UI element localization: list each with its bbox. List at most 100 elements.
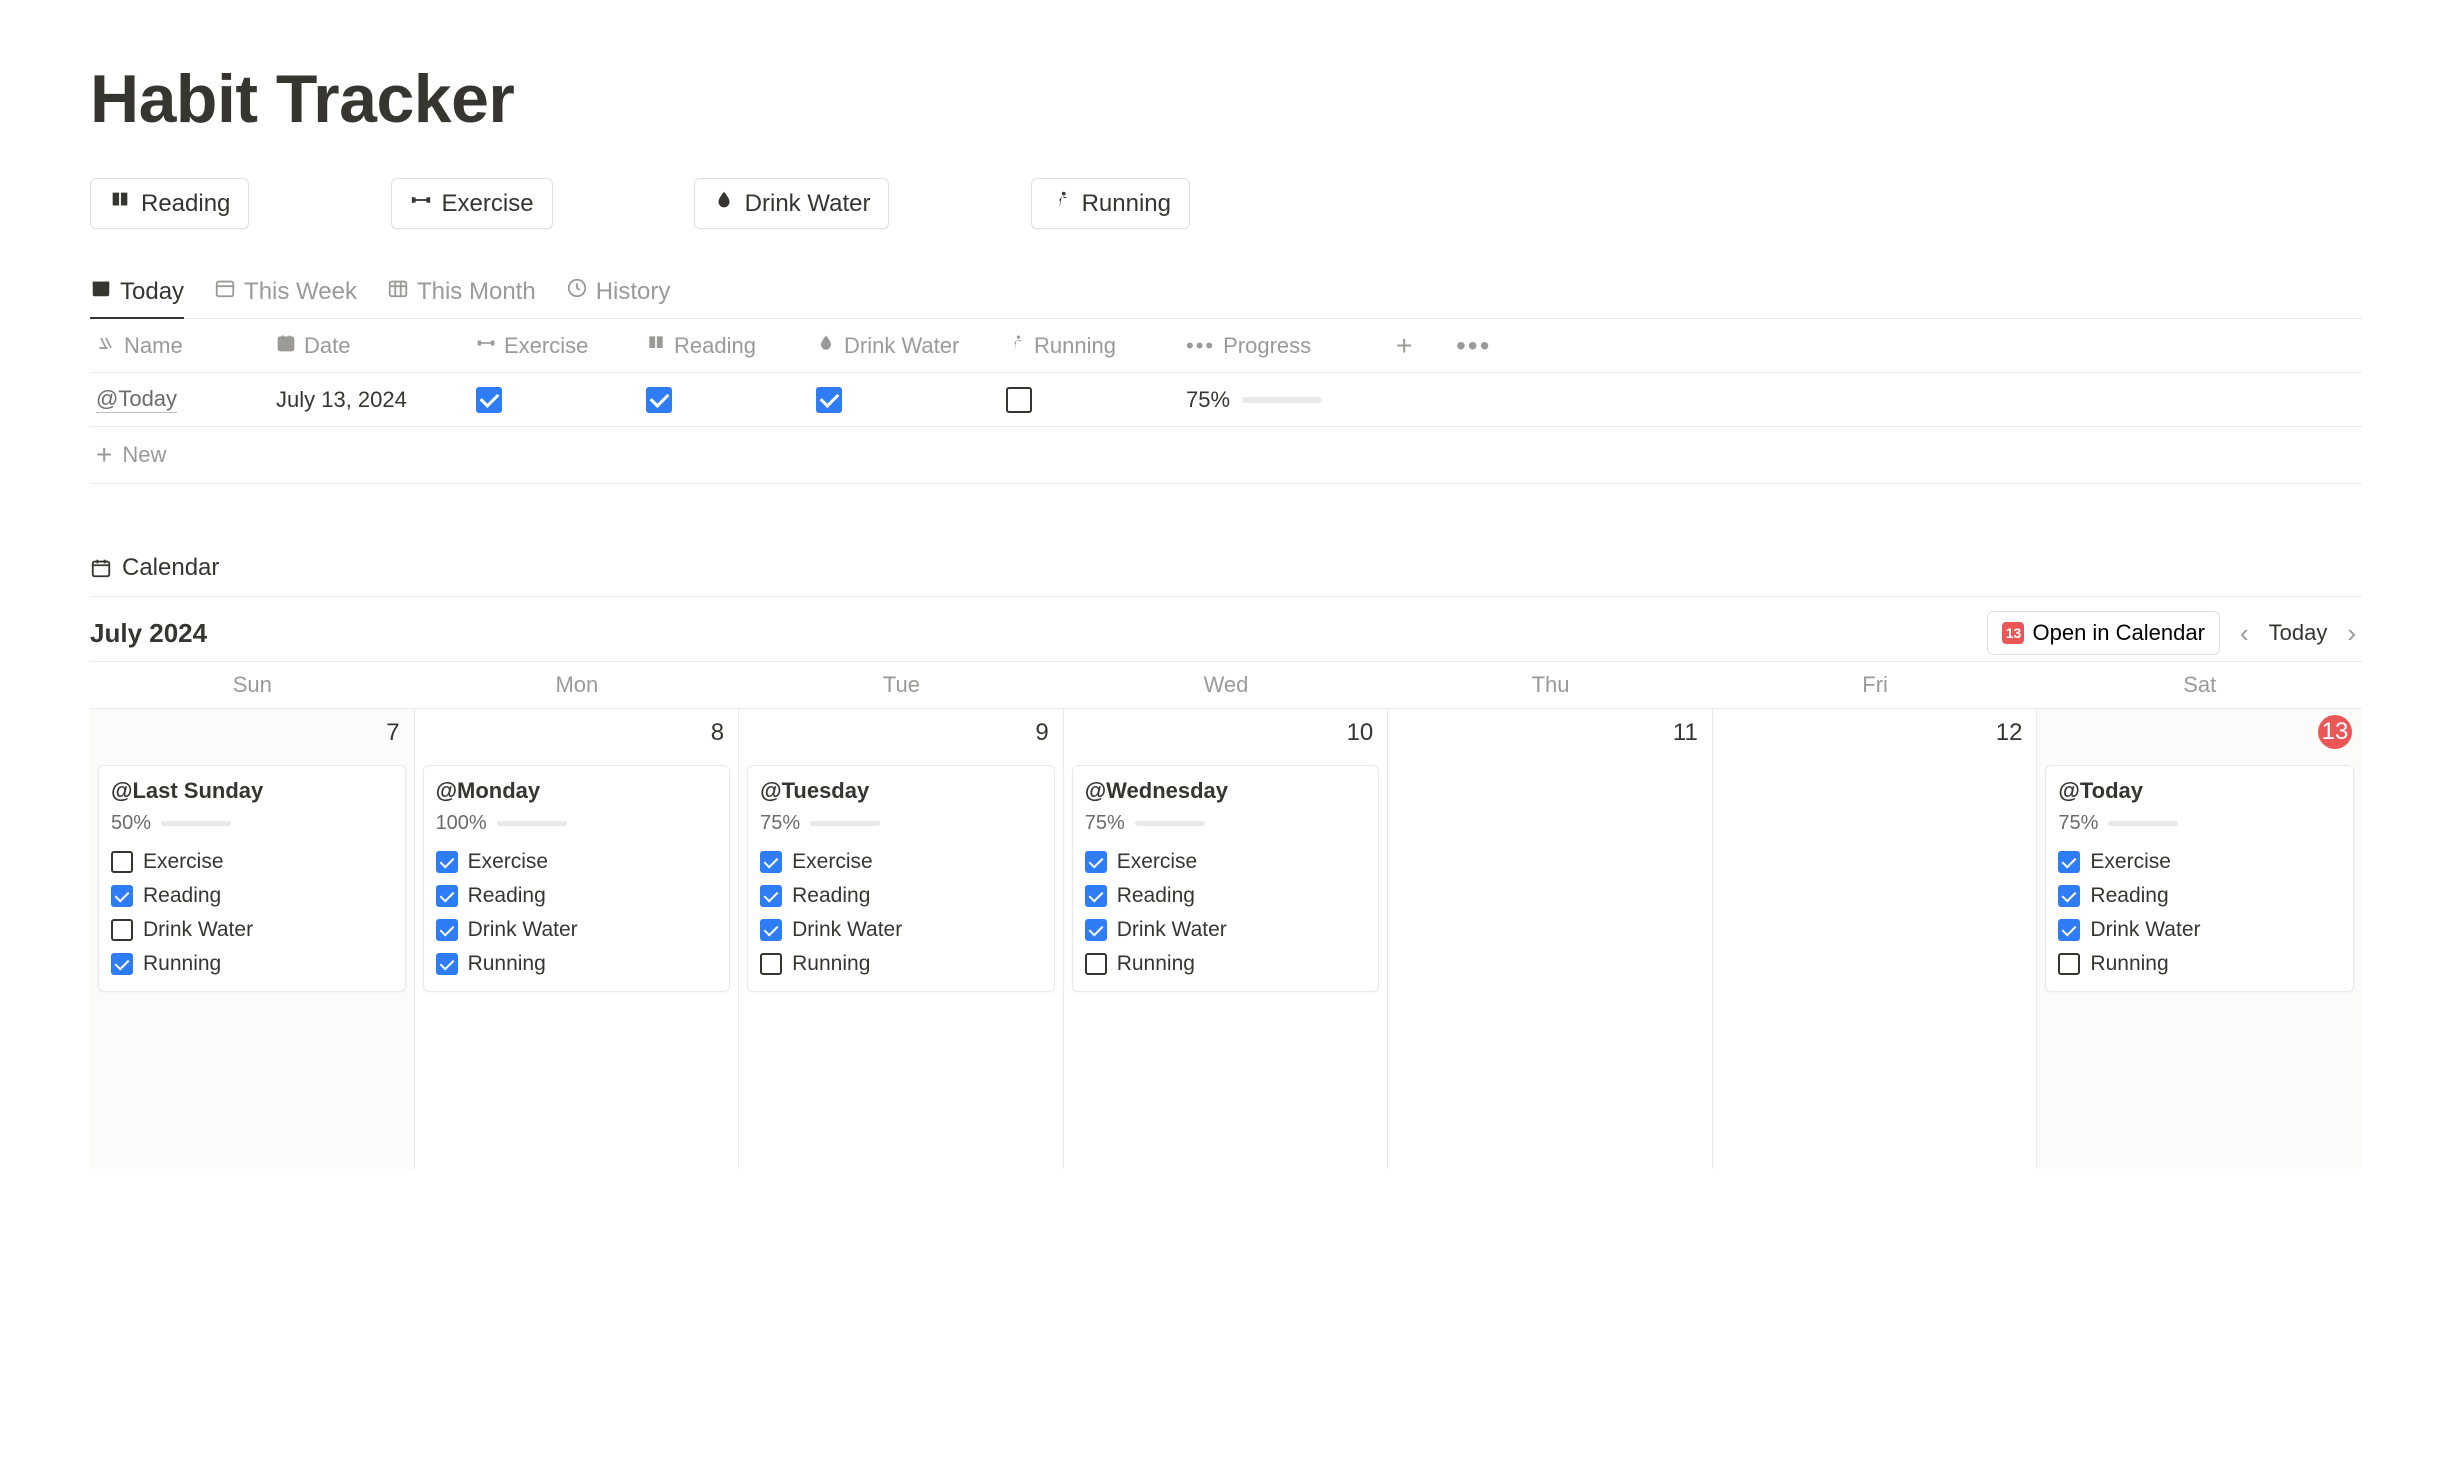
cell-date[interactable]: July 13, 2024 <box>270 387 470 413</box>
col-label: Progress <box>1223 333 1311 359</box>
col-name[interactable]: Name <box>90 333 270 359</box>
habit-button-drink-water[interactable]: Drink Water <box>694 178 890 229</box>
card-item[interactable]: Running <box>2058 947 2341 981</box>
card-item[interactable]: Exercise <box>2058 845 2341 879</box>
calendar-cell[interactable]: 11 <box>1388 709 1713 1169</box>
day-card[interactable]: @Today 75% ExerciseReadingDrink WaterRun… <box>2045 765 2354 992</box>
exercise-checkbox[interactable] <box>476 387 502 413</box>
item-label: Reading <box>792 884 870 908</box>
item-checkbox[interactable] <box>2058 919 2080 941</box>
add-column-button[interactable]: + <box>1390 330 1450 362</box>
cell-running[interactable] <box>1000 387 1180 413</box>
item-checkbox[interactable] <box>760 919 782 941</box>
cell-name[interactable]: @Today <box>90 386 270 413</box>
item-checkbox[interactable] <box>760 885 782 907</box>
cell-reading[interactable] <box>640 387 810 413</box>
col-running[interactable]: Running <box>1000 333 1180 359</box>
item-checkbox[interactable] <box>436 953 458 975</box>
item-checkbox[interactable] <box>436 919 458 941</box>
cell-exercise[interactable] <box>470 387 640 413</box>
item-checkbox[interactable] <box>1085 885 1107 907</box>
today-button[interactable]: Today <box>2269 620 2328 646</box>
item-checkbox[interactable] <box>760 953 782 975</box>
item-checkbox[interactable] <box>1085 919 1107 941</box>
item-checkbox[interactable] <box>2058 953 2080 975</box>
calendar-cell[interactable]: 13 @Today 75% ExerciseReadingDrink Water… <box>2037 709 2362 1169</box>
item-checkbox[interactable] <box>1085 953 1107 975</box>
habit-button-exercise[interactable]: Exercise <box>391 178 553 229</box>
habit-button-reading[interactable]: Reading <box>90 178 249 229</box>
item-checkbox[interactable] <box>111 851 133 873</box>
day-card[interactable]: @Tuesday 75% ExerciseReadingDrink WaterR… <box>747 765 1055 992</box>
card-item[interactable]: Reading <box>760 879 1042 913</box>
card-item[interactable]: Running <box>1085 947 1367 981</box>
card-item[interactable]: Reading <box>2058 879 2341 913</box>
card-item[interactable]: Drink Water <box>436 913 718 947</box>
card-item[interactable]: Exercise <box>436 845 718 879</box>
card-item[interactable]: Drink Water <box>2058 913 2341 947</box>
item-checkbox[interactable] <box>2058 885 2080 907</box>
card-item[interactable]: Drink Water <box>760 913 1042 947</box>
tab-today[interactable]: Today <box>90 269 184 318</box>
card-item[interactable]: Drink Water <box>111 913 393 947</box>
day-card[interactable]: @Monday 100% ExerciseReadingDrink WaterR… <box>423 765 731 992</box>
reading-icon <box>646 333 666 359</box>
card-item[interactable]: Running <box>111 947 393 981</box>
item-checkbox[interactable] <box>436 885 458 907</box>
card-item[interactable]: Exercise <box>111 845 393 879</box>
calendar-cell[interactable]: 9 @Tuesday 75% ExerciseReadingDrink Wate… <box>739 709 1064 1169</box>
card-item[interactable]: Reading <box>111 879 393 913</box>
item-checkbox[interactable] <box>436 851 458 873</box>
dow-label: Thu <box>1388 662 1713 708</box>
day-number: 8 <box>711 719 724 747</box>
item-checkbox[interactable] <box>111 885 133 907</box>
col-progress[interactable]: •••Progress <box>1180 333 1390 359</box>
card-item[interactable]: Running <box>760 947 1042 981</box>
cell-drink-water[interactable] <box>810 387 1000 413</box>
calendar-cell[interactable]: 10 @Wednesday 75% ExerciseReadingDrink W… <box>1064 709 1389 1169</box>
tab-history[interactable]: History <box>566 269 671 318</box>
progress-bar <box>1242 397 1322 403</box>
calendar-cell[interactable]: 7 @Last Sunday 50% ExerciseReadingDrink … <box>90 709 415 1169</box>
card-item[interactable]: Exercise <box>1085 845 1367 879</box>
today-icon <box>90 277 112 306</box>
new-row-button[interactable]: + New <box>90 427 2362 483</box>
card-item[interactable]: Running <box>436 947 718 981</box>
item-checkbox[interactable] <box>760 851 782 873</box>
day-card[interactable]: @Last Sunday 50% ExerciseReadingDrink Wa… <box>98 765 406 992</box>
habit-button-running[interactable]: Running <box>1031 178 1190 229</box>
tab-this-week[interactable]: This Week <box>214 269 357 318</box>
calendar-cell[interactable]: 12 <box>1713 709 2038 1169</box>
calendar-cell[interactable]: 8 @Monday 100% ExerciseReadingDrink Wate… <box>415 709 740 1169</box>
table-row[interactable]: @TodayJuly 13, 202475% <box>90 373 2362 427</box>
tab-label: Today <box>120 278 184 306</box>
item-checkbox[interactable] <box>111 953 133 975</box>
item-checkbox[interactable] <box>1085 851 1107 873</box>
exercise-icon <box>410 189 432 218</box>
running-checkbox[interactable] <box>1006 387 1032 413</box>
next-month-button[interactable]: › <box>2341 618 2362 649</box>
card-item[interactable]: Exercise <box>760 845 1042 879</box>
day-card[interactable]: @Wednesday 75% ExerciseReadingDrink Wate… <box>1072 765 1380 992</box>
page-title: Habit Tracker <box>90 60 2362 138</box>
drink-water-icon <box>816 333 836 359</box>
card-item[interactable]: Reading <box>436 879 718 913</box>
open-in-calendar-button[interactable]: 13 Open in Calendar <box>1987 611 2219 655</box>
col-label: Date <box>304 333 350 359</box>
col-reading[interactable]: Reading <box>640 333 810 359</box>
col-drink-water[interactable]: Drink Water <box>810 333 1000 359</box>
card-item[interactable]: Reading <box>1085 879 1367 913</box>
prev-month-button[interactable]: ‹ <box>2234 618 2255 649</box>
card-title: @Last Sunday <box>111 778 393 804</box>
calendar-label[interactable]: Calendar <box>90 554 2362 582</box>
drink-water-checkbox[interactable] <box>816 387 842 413</box>
card-title: @Monday <box>436 778 718 804</box>
tab-this-month[interactable]: This Month <box>387 269 536 318</box>
item-checkbox[interactable] <box>2058 851 2080 873</box>
item-checkbox[interactable] <box>111 919 133 941</box>
table-options-button[interactable]: ••• <box>1450 330 1510 362</box>
reading-checkbox[interactable] <box>646 387 672 413</box>
col-date[interactable]: Date <box>270 333 470 359</box>
card-item[interactable]: Drink Water <box>1085 913 1367 947</box>
col-exercise[interactable]: Exercise <box>470 333 640 359</box>
